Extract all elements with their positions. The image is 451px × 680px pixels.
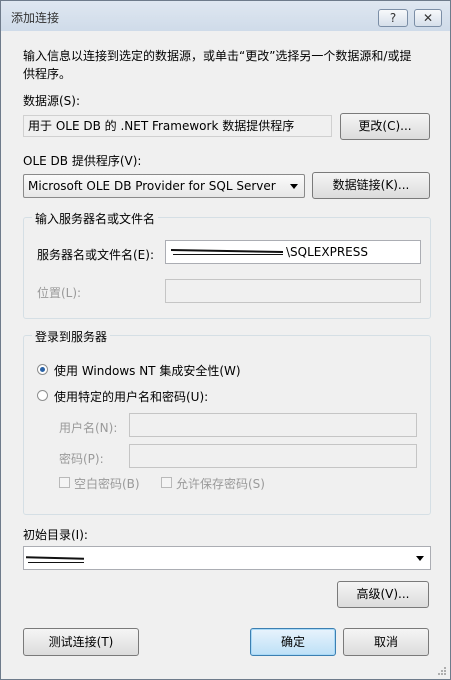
login-group-title: 登录到服务器 — [32, 328, 111, 345]
server-name-value: \SQLEXPRESS — [286, 245, 368, 259]
specific-user-radio[interactable] — [37, 390, 48, 401]
chevron-down-icon — [416, 556, 424, 561]
allow-save-password-label[interactable]: 允许保存密码(S) — [176, 475, 265, 492]
title-bar: 添加连接 ? ✕ — [1, 1, 450, 31]
password-input[interactable] — [129, 444, 417, 468]
intro-line2: 供程序。 — [23, 67, 72, 81]
windows-auth-radio[interactable] — [37, 364, 48, 375]
server-name-input[interactable]: \SQLEXPRESS — [165, 240, 421, 264]
ok-button[interactable]: 确定 — [250, 628, 336, 656]
location-input[interactable] — [165, 279, 421, 303]
redaction-scribble — [28, 562, 84, 563]
advanced-button[interactable]: 高级(V)... — [337, 581, 429, 608]
catalog-combo[interactable] — [23, 546, 431, 570]
username-input[interactable] — [129, 413, 417, 437]
resize-grip-icon[interactable] — [437, 666, 447, 676]
redaction-scribble — [173, 254, 283, 255]
server-group: 输入服务器名或文件名 — [23, 210, 431, 319]
help-button[interactable]: ? — [378, 9, 408, 27]
blank-password-checkbox[interactable] — [59, 477, 70, 488]
catalog-label: 初始目录(I): — [23, 528, 88, 542]
window-title: 添加连接 — [11, 11, 60, 25]
password-label: 密码(P): — [59, 452, 104, 466]
blank-password-label[interactable]: 空白密码(B) — [74, 475, 140, 492]
cancel-button[interactable]: 取消 — [343, 628, 429, 656]
change-button[interactable]: 更改(C)... — [340, 113, 430, 140]
allow-save-password-checkbox[interactable] — [161, 477, 172, 488]
provider-label: OLE DB 提供程序(V): — [23, 154, 142, 168]
add-connection-dialog: 添加连接 ? ✕ 输入信息以连接到选定的数据源，或单击“更改”选择另一个数据源和… — [0, 0, 451, 680]
datasource-label: 数据源(S): — [23, 94, 81, 108]
username-label: 用户名(N): — [59, 421, 118, 435]
windows-auth-label[interactable]: 使用 Windows NT 集成安全性(W) — [54, 362, 241, 379]
specific-user-label[interactable]: 使用特定的用户名和密码(U): — [54, 388, 208, 405]
close-button[interactable]: ✕ — [414, 9, 442, 27]
server-group-title: 输入服务器名或文件名 — [32, 210, 159, 227]
provider-select[interactable]: Microsoft OLE DB Provider for SQL Server — [23, 174, 305, 198]
data-link-button[interactable]: 数据链接(K)... — [312, 172, 430, 199]
provider-select-value: Microsoft OLE DB Provider for SQL Server — [28, 179, 276, 193]
chevron-down-icon — [290, 184, 298, 189]
intro-line1: 输入信息以连接到选定的数据源，或单击“更改”选择另一个数据源和/或提 — [23, 49, 412, 63]
test-connection-button[interactable]: 测试连接(T) — [23, 628, 139, 656]
server-name-label: 服务器名或文件名(E): — [37, 248, 154, 262]
location-label: 位置(L): — [37, 286, 82, 300]
datasource-value: 用于 OLE DB 的 .NET Framework 数据提供程序 — [23, 115, 332, 137]
